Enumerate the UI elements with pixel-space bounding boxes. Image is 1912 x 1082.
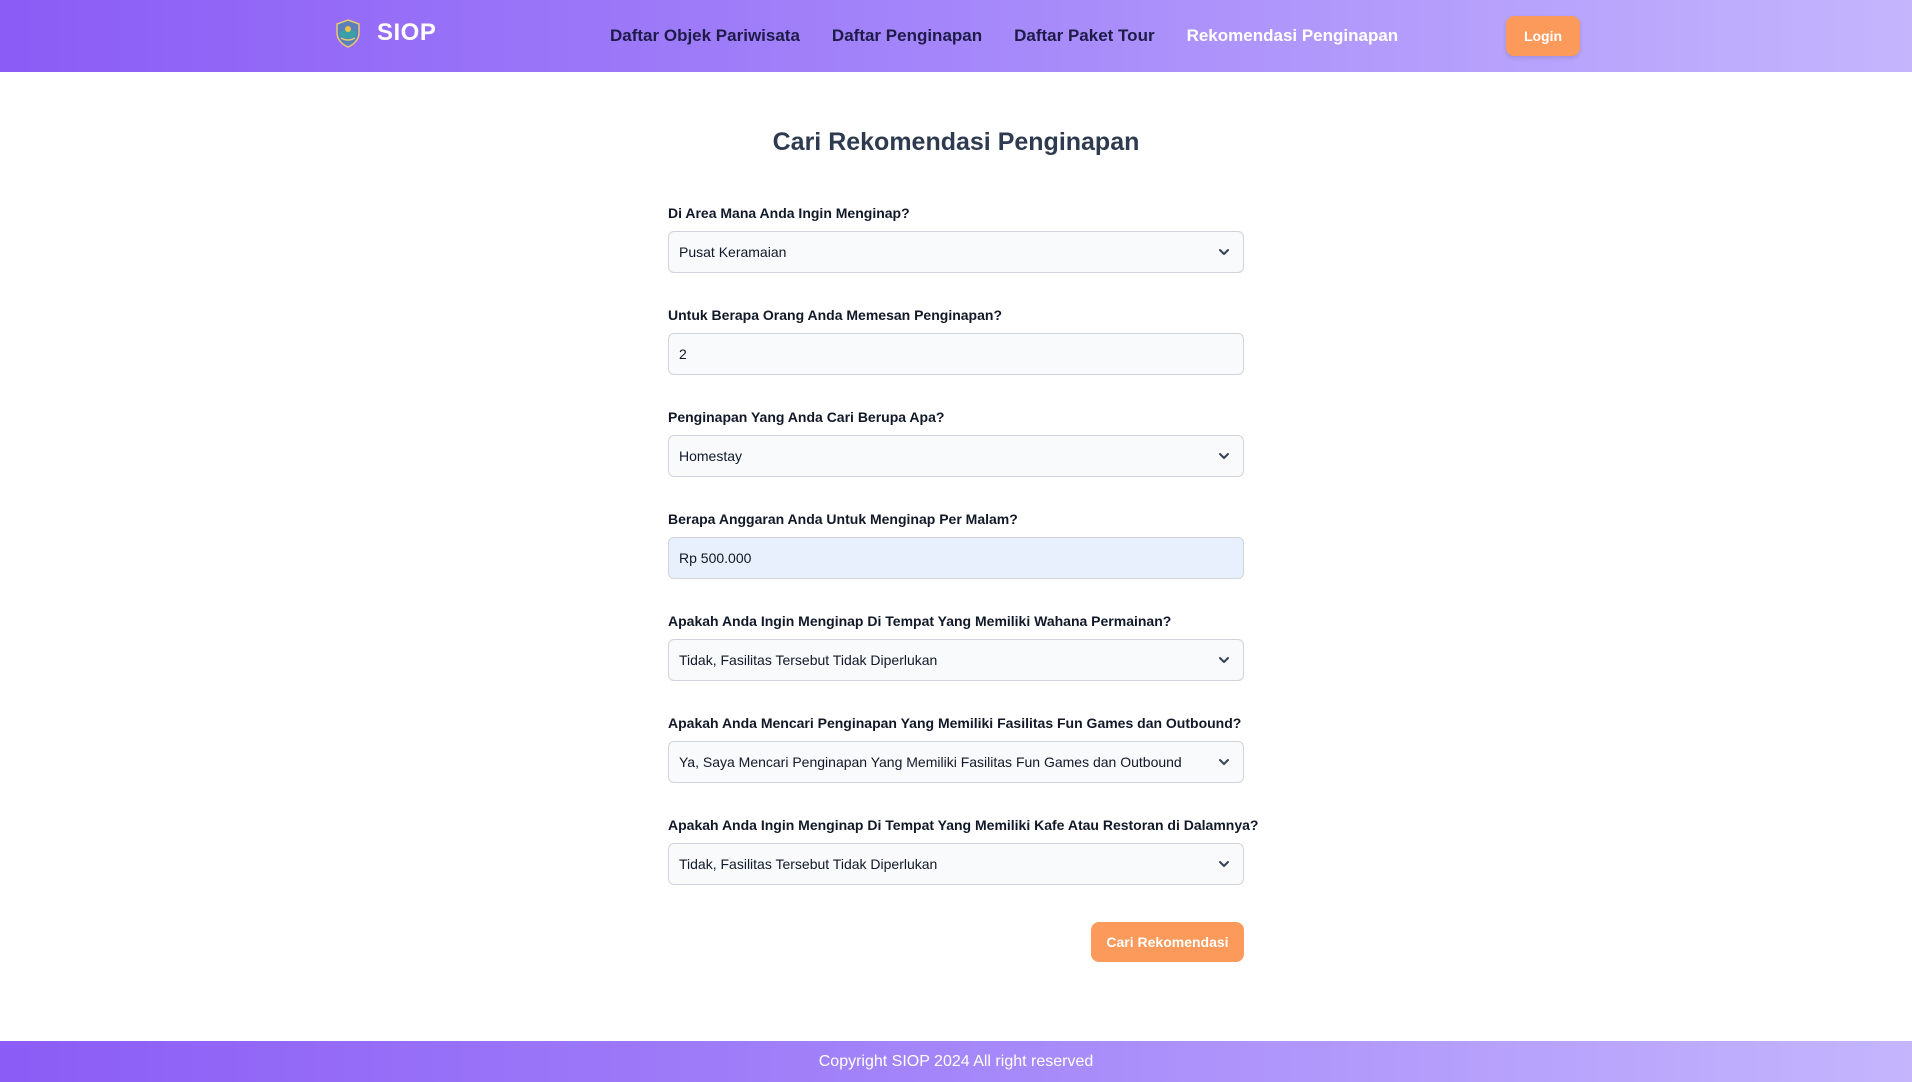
nav-link-rekomendasi-penginapan[interactable]: Rekomendasi Penginapan [1187,26,1399,46]
main-nav: Daftar Objek Pariwisata Daftar Penginapa… [610,0,1430,72]
area-select[interactable]: Pusat Keramaian [668,231,1244,273]
cafe-select[interactable]: Tidak, Fasilitas Tersebut Tidak Diperluk… [668,843,1244,885]
nav-link-objek-pariwisata[interactable]: Daftar Objek Pariwisata [610,26,800,46]
field-fun-games: Apakah Anda Mencari Penginapan Yang Memi… [668,715,1244,783]
select-value: Tidak, Fasilitas Tersebut Tidak Diperluk… [679,856,938,872]
nav-link-penginapan[interactable]: Daftar Penginapan [832,26,982,46]
field-label: Penginapan Yang Anda Cari Berupa Apa? [668,409,945,425]
login-button[interactable]: Login [1506,16,1580,56]
search-recommendation-button[interactable]: Cari Rekomendasi [1091,922,1244,962]
brand-name: SIOP [377,19,437,46]
field-label: Berapa Anggaran Anda Untuk Menginap Per … [668,511,1018,527]
select-value: Tidak, Fasilitas Tersebut Tidak Diperluk… [679,652,938,668]
chevron-down-icon [1219,759,1229,765]
chevron-down-icon [1219,657,1229,663]
field-label: Apakah Anda Ingin Menginap Di Tempat Yan… [668,817,1259,833]
field-budget: Berapa Anggaran Anda Untuk Menginap Per … [668,511,1244,579]
field-label: Di Area Mana Anda Ingin Menginap? [668,205,910,221]
field-area: Di Area Mana Anda Ingin Menginap? Pusat … [668,205,1244,273]
chevron-down-icon [1219,861,1229,867]
select-value: Ya, Saya Mencari Penginapan Yang Memilik… [679,754,1182,770]
input-value: 2 [679,346,687,362]
field-label: Apakah Anda Mencari Penginapan Yang Memi… [668,715,1242,731]
lodging-type-select[interactable]: Homestay [668,435,1244,477]
field-label: Untuk Berapa Orang Anda Memesan Penginap… [668,307,1002,323]
nav-link-paket-tour[interactable]: Daftar Paket Tour [1014,26,1154,46]
chevron-down-icon [1219,453,1229,459]
page-title: Cari Rekomendasi Penginapan [772,128,1140,156]
chevron-down-icon [1219,249,1229,255]
select-value: Pusat Keramaian [679,244,787,260]
copyright-text: Copyright SIOP 2024 All right reserved [818,1052,1094,1070]
fun-games-select[interactable]: Ya, Saya Mencari Penginapan Yang Memilik… [668,741,1244,783]
field-lodging-type: Penginapan Yang Anda Cari Berupa Apa? Ho… [668,409,1244,477]
field-label: Apakah Anda Ingin Menginap Di Tempat Yan… [668,613,1172,629]
brand[interactable]: SIOP [333,18,436,48]
guests-input[interactable]: 2 [668,333,1244,375]
play-rides-select[interactable]: Tidak, Fasilitas Tersebut Tidak Diperluk… [668,639,1244,681]
field-play-rides: Apakah Anda Ingin Menginap Di Tempat Yan… [668,613,1244,681]
field-cafe: Apakah Anda Ingin Menginap Di Tempat Yan… [668,817,1259,885]
input-value: Rp 500.000 [679,550,752,566]
top-navbar: SIOP Daftar Objek Pariwisata Daftar Peng… [0,0,1912,72]
siop-logo-icon [336,19,360,48]
budget-input[interactable]: Rp 500.000 [668,537,1244,579]
field-guests: Untuk Berapa Orang Anda Memesan Penginap… [668,307,1244,375]
footer: Copyright SIOP 2024 All right reserved [0,1041,1912,1082]
select-value: Homestay [679,448,743,464]
